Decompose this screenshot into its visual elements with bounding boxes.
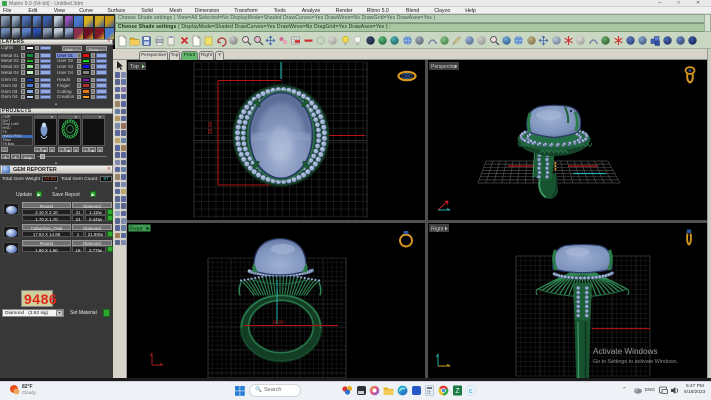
svg-text:Z: Z	[455, 388, 460, 395]
svg-text:Top: Top	[130, 64, 139, 70]
svg-text:c: c	[469, 386, 473, 395]
svg-text:Front: Front	[130, 227, 143, 233]
svg-text:Perspective: Perspective	[431, 64, 457, 70]
svg-text:28.00: 28.00	[208, 122, 214, 135]
svg-text:Go to Settings to activate Win: Go to Settings to activate Windows.	[593, 359, 678, 365]
svg-text:Activate Windows: Activate Windows	[593, 347, 658, 356]
svg-text:18.00: 18.00	[272, 320, 284, 325]
svg-text:Right: Right	[431, 227, 444, 233]
